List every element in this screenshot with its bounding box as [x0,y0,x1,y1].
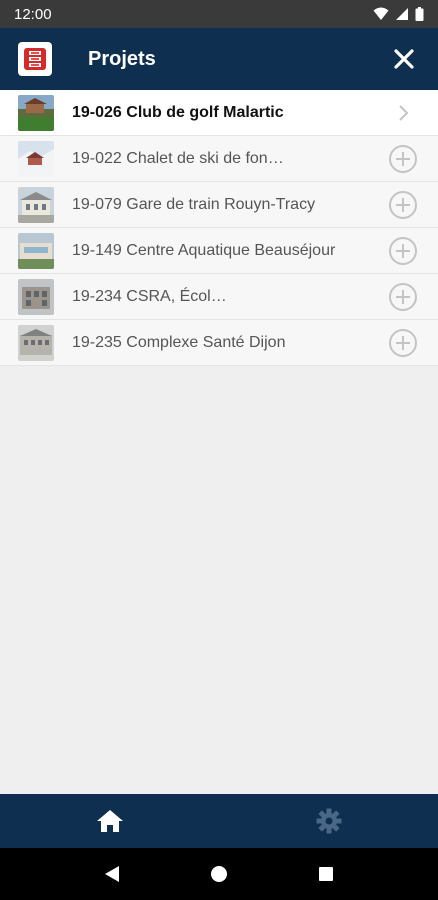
wifi-icon [373,7,389,20]
nav-settings[interactable] [219,794,438,848]
project-name: 19-235 Complexe Santé Dijon [72,333,286,351]
recents-button[interactable] [306,854,346,894]
status-icons [373,7,424,21]
add-circle-icon [389,283,417,311]
list-item[interactable]: 19-149 Centre Aquatique Beauséjour [0,228,438,274]
bottom-nav [0,794,438,848]
app-bar: Projets [0,28,438,90]
back-button[interactable] [92,854,132,894]
page-title: Projets [88,47,156,70]
add-project-button[interactable] [388,236,418,266]
close-button[interactable] [390,45,418,73]
add-circle-icon [389,145,417,173]
open-project-button[interactable] [388,98,418,128]
project-name: 19-234 CSRA, Écol… [72,287,227,305]
home-circle-icon [210,866,227,882]
list-item[interactable]: 19-079 Gare de train Rouyn-Tracy [0,182,438,228]
chevron-right-icon [399,105,409,121]
home-icon [96,810,123,832]
status-bar: 12:00 [0,0,438,28]
add-project-button[interactable] [388,328,418,358]
battery-icon [415,7,424,21]
project-name: 19-026 Club de golf Malartic [72,103,284,121]
project-thumbnail [18,94,54,131]
add-circle-icon [389,329,417,357]
add-project-button[interactable] [388,282,418,312]
list-item[interactable]: 19-234 CSRA, Écol… [0,274,438,320]
add-project-button[interactable] [388,144,418,174]
list-item[interactable]: 19-022 Chalet de ski de fon… [0,136,438,182]
list-item[interactable]: 19-235 Complexe Santé Dijon [0,320,438,366]
signal-icon [396,8,408,20]
add-circle-icon [389,191,417,219]
project-name: 19-149 Centre Aquatique Beauséjour [72,241,336,259]
project-thumbnail [18,140,54,177]
project-name: 19-022 Chalet de ski de fon… [72,149,284,167]
list-item[interactable]: 19-026 Club de golf Malartic [0,90,438,136]
home-system-button[interactable] [199,854,239,894]
project-thumbnail [18,186,54,223]
project-thumbnail [18,324,54,361]
recents-square-icon [319,867,334,881]
add-circle-icon [389,237,417,265]
app-logo-icon [18,42,52,76]
close-icon [394,49,414,69]
project-thumbnail [18,232,54,269]
project-thumbnail [18,278,54,315]
back-triangle-icon [104,866,119,882]
system-nav-bar [0,848,438,900]
nav-home[interactable] [0,794,219,848]
project-name: 19-079 Gare de train Rouyn-Tracy [72,195,316,213]
add-project-button[interactable] [388,190,418,220]
status-time: 12:00 [14,5,52,23]
gear-icon [316,808,341,834]
project-list: 19-026 Club de golf Malartic 19-022 Chal… [0,90,438,366]
